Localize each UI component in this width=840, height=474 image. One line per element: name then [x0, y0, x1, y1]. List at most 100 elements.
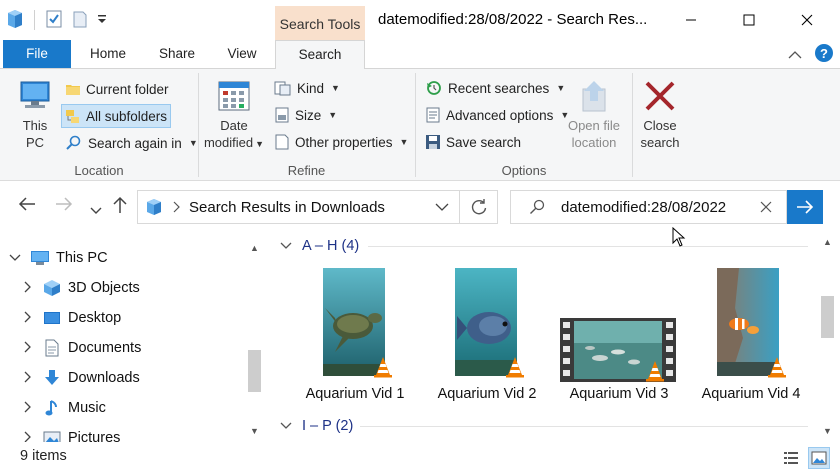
date-modified-label-line2: modified ▼ — [203, 135, 265, 150]
file-item-aquarium-vid-2[interactable]: Aquarium Vid 2 — [422, 268, 552, 408]
chevron-right-icon[interactable] — [20, 431, 34, 443]
all-subfolders-button[interactable]: All subfolders — [61, 104, 172, 128]
tab-home[interactable]: Home — [76, 40, 140, 68]
kind-button[interactable]: Kind ▼ — [271, 76, 343, 100]
chevron-right-icon[interactable] — [20, 371, 34, 386]
chevron-down-icon — [90, 207, 102, 214]
this-pc-button[interactable]: This PC — [12, 79, 58, 151]
collapse-ribbon-button[interactable] — [788, 47, 802, 63]
document-icon — [42, 339, 62, 357]
tab-search[interactable]: Search — [275, 40, 365, 69]
tree-item-documents[interactable]: Documents — [20, 334, 141, 362]
search-go-button[interactable] — [787, 190, 823, 224]
location-group: This PC Current folder All subfolders Se… — [0, 69, 198, 181]
tree-item-downloads[interactable]: Downloads — [20, 364, 140, 392]
save-search-button[interactable]: Save search — [422, 130, 524, 154]
chevron-right-icon[interactable] — [20, 341, 34, 356]
group-divider — [632, 73, 633, 177]
group-header-i-p[interactable]: I – P (2) — [280, 415, 353, 437]
this-pc-label-line2: PC — [25, 135, 45, 150]
address-history-button[interactable] — [435, 202, 449, 212]
back-button[interactable] — [18, 196, 36, 217]
file-item-aquarium-vid-3[interactable]: Aquarium Vid 3 — [554, 268, 684, 408]
new-folder-icon[interactable] — [73, 9, 87, 32]
current-folder-label: Current folder — [86, 81, 169, 97]
tree-item-label: This PC — [56, 250, 108, 266]
chevron-right-icon[interactable] — [20, 311, 34, 326]
large-icons-view-button[interactable] — [808, 447, 830, 469]
customize-toolbar-icon[interactable] — [97, 12, 107, 29]
open-file-location-button[interactable]: Open file location — [562, 79, 626, 151]
scroll-up-arrow-icon[interactable]: ▲ — [819, 234, 836, 251]
search-box[interactable]: datemodified:28/08/2022 — [510, 190, 787, 224]
tree-item-pictures[interactable]: Pictures — [20, 424, 120, 442]
scroll-down-arrow-icon[interactable]: ▼ — [819, 423, 836, 440]
save-disk-icon — [426, 135, 440, 149]
tab-file[interactable]: File — [3, 40, 71, 68]
close-search-button[interactable]: Close search — [634, 79, 686, 151]
search-again-in-button[interactable]: Search again in ▼ — [62, 131, 201, 155]
tab-share[interactable]: Share — [145, 40, 209, 68]
options-group: Recent searches ▼ Advanced options ▼ Sav… — [416, 69, 686, 181]
close-search-line2: search — [640, 135, 680, 150]
refresh-button[interactable] — [460, 190, 498, 224]
content-scroll-thumb[interactable] — [821, 296, 834, 338]
recent-locations-button[interactable] — [90, 199, 102, 220]
tree-item-music[interactable]: Music — [20, 394, 106, 422]
other-properties-button[interactable]: Other properties ▼ — [271, 130, 411, 154]
navigation-bar: Search Results in Downloads datemodified… — [0, 182, 840, 232]
clear-search-button[interactable] — [760, 201, 772, 213]
large-icons-view-icon — [811, 451, 827, 465]
size-button[interactable]: Size ▼ — [271, 103, 340, 127]
advanced-options-button[interactable]: Advanced options ▼ — [422, 103, 572, 127]
explorer-app-icon[interactable] — [6, 9, 24, 32]
location-group-label: Location — [74, 163, 124, 178]
group-header-a-h[interactable]: A – H (4) — [280, 235, 359, 257]
content-scrollbar[interactable]: ▲ ▼ — [819, 232, 836, 442]
tree-item-label: Documents — [68, 340, 142, 356]
address-bar[interactable]: Search Results in Downloads — [137, 190, 460, 224]
cube-icon — [42, 279, 62, 297]
tab-view[interactable]: View — [212, 40, 272, 68]
date-modified-button[interactable]: Date modified ▼ — [201, 79, 267, 153]
address-path[interactable]: Search Results in Downloads — [189, 199, 385, 216]
refine-group-label: Refine — [287, 163, 326, 178]
chevron-right-icon[interactable] — [20, 401, 34, 416]
help-button[interactable]: ? — [814, 43, 834, 66]
maximize-icon — [743, 14, 755, 26]
search-input[interactable]: datemodified:28/08/2022 — [561, 199, 726, 216]
file-item-aquarium-vid-1[interactable]: Aquarium Vid 1 — [290, 268, 420, 408]
vlc-cone-icon — [374, 357, 392, 378]
dropdown-caret-icon: ▼ — [399, 137, 409, 147]
details-view-button[interactable] — [780, 447, 802, 469]
up-arrow-icon — [113, 196, 127, 213]
nav-pane-scroll-thumb[interactable] — [248, 350, 261, 392]
scroll-down-arrow-icon[interactable]: ▼ — [246, 423, 263, 440]
breadcrumb-separator-icon — [172, 201, 180, 213]
minimize-button[interactable] — [662, 0, 720, 40]
save-search-label: Save search — [446, 134, 522, 150]
chevron-down-icon[interactable] — [8, 251, 22, 265]
maximize-button[interactable] — [720, 0, 778, 40]
recent-searches-button[interactable]: Recent searches ▼ — [422, 76, 568, 100]
properties-icon[interactable] — [45, 9, 63, 32]
scroll-up-arrow-icon[interactable]: ▲ — [246, 240, 263, 257]
options-group-label: Options — [501, 163, 547, 178]
vlc-cone-icon — [506, 357, 524, 378]
current-folder-button[interactable]: Current folder — [62, 77, 172, 101]
tree-item-3d-objects[interactable]: 3D Objects — [20, 274, 140, 302]
nav-pane-scrollbar[interactable]: ▲ ▼ — [246, 240, 263, 442]
tree-item-desktop[interactable]: Desktop — [20, 304, 121, 332]
file-item-aquarium-vid-4[interactable]: Aquarium Vid 4 — [686, 268, 816, 408]
calendar-icon — [218, 81, 250, 111]
forward-button[interactable] — [55, 196, 73, 217]
chevron-right-icon[interactable] — [20, 281, 34, 296]
chevron-down-icon — [280, 242, 292, 249]
tree-item-this-pc[interactable]: This PC — [8, 244, 108, 272]
desktop-icon — [42, 309, 62, 327]
search-icon — [529, 199, 545, 215]
dropdown-caret-icon: ▼ — [328, 110, 338, 120]
close-window-button[interactable] — [778, 0, 836, 40]
file-name: Aquarium Vid 4 — [701, 386, 801, 402]
up-button[interactable] — [113, 196, 127, 219]
